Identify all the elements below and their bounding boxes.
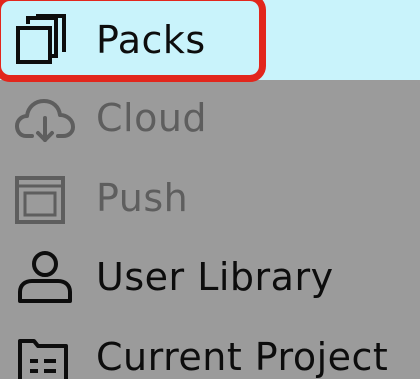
cloud-download-icon xyxy=(14,90,78,146)
sidebar-item-push[interactable]: Push xyxy=(0,158,420,238)
sidebar-item-label: Push xyxy=(96,176,189,220)
sidebar-item-current-project[interactable]: Current Project xyxy=(0,317,420,379)
push-device-icon xyxy=(14,170,78,226)
sidebar-item-label: User Library xyxy=(96,255,334,299)
places-sidebar: Packs Cloud Push User Library Current Pr… xyxy=(0,0,420,379)
sidebar-item-label: Packs xyxy=(96,18,206,62)
sidebar-item-packs[interactable]: Packs xyxy=(0,0,420,80)
sidebar-item-user-library[interactable]: User Library xyxy=(0,237,420,317)
project-folder-icon xyxy=(14,329,78,379)
user-icon xyxy=(14,249,78,305)
sidebar-item-label: Current Project xyxy=(96,335,389,379)
sidebar-item-label: Cloud xyxy=(96,96,208,140)
stacked-windows-icon xyxy=(14,12,78,68)
sidebar-item-cloud[interactable]: Cloud xyxy=(0,78,420,158)
